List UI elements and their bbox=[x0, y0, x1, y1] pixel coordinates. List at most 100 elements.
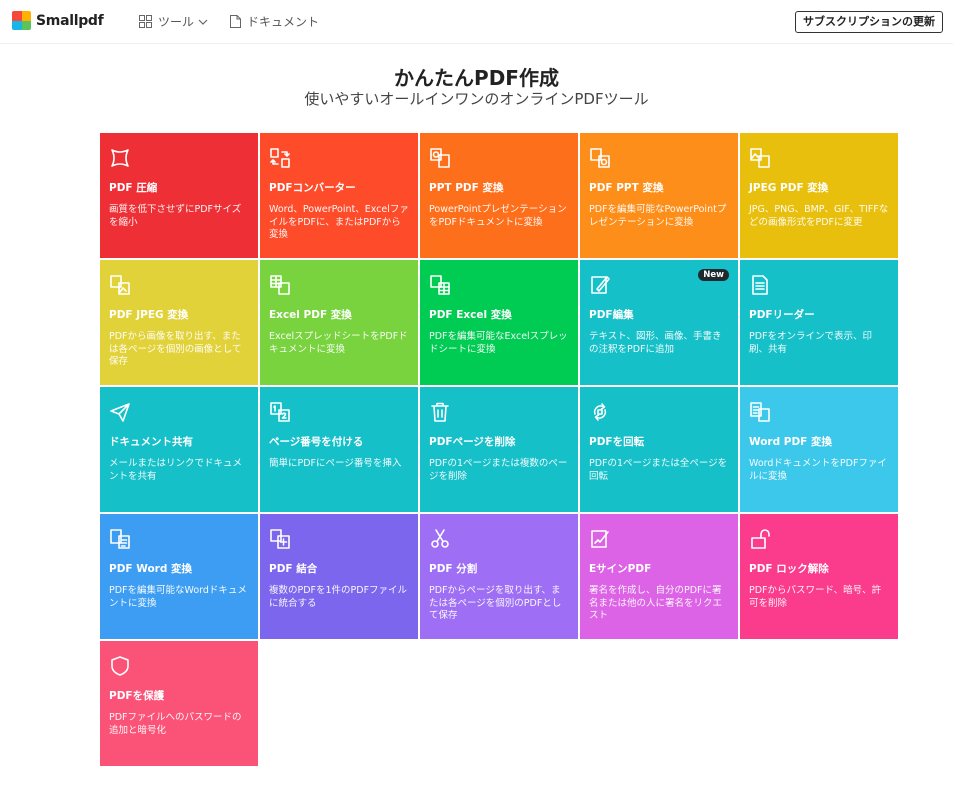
tool-tile[interactable]: PDF 分割 PDFからページを取り出す、または各ページを個別のPDFとして保存 bbox=[420, 514, 578, 639]
tool-tile[interactable]: ドキュメント共有メールまたはリンクでドキュメントを共有 bbox=[100, 387, 258, 512]
tool-tile[interactable]: Excel PDF 変換 ExcelスプレッドシートをPDFドキュメントに変換 bbox=[260, 260, 418, 385]
nav-tools-label: ツール bbox=[158, 15, 195, 29]
new-badge: New bbox=[698, 269, 729, 281]
tool-description: PowerPointプレゼンテーションをPDFドキュメントに変換 bbox=[429, 204, 567, 228]
tool-tile[interactable]: EサインPDF 署名を作成し、自分のPDFに署名または他の人に署名をリクエスト bbox=[580, 514, 738, 639]
brand-logo[interactable]: Smallpdf bbox=[12, 11, 104, 30]
document-icon bbox=[230, 15, 241, 28]
tool-title: PDF 分割 bbox=[429, 563, 478, 575]
tool-tile[interactable]: PDF 結合複数のPDFを1件のPDFファイルに統合する bbox=[260, 514, 418, 639]
scissors-icon bbox=[431, 529, 449, 548]
tool-title: ドキュメント共有 bbox=[109, 436, 193, 448]
tool-description: PDFを編集可能なPowerPointプレゼンテーションに変換 bbox=[589, 204, 727, 228]
tool-description: PDFをオンラインで表示、印刷、共有 bbox=[749, 331, 873, 355]
tool-description: PDFの1ページまたは全ページを回転 bbox=[589, 458, 728, 482]
tool-tile[interactable]: JPEG PDF 変換 JPG、PNG、BMP、GIF、TIFFなどの画像形式をP… bbox=[740, 133, 898, 258]
chevron-down-icon bbox=[198, 19, 208, 25]
tool-description: PDFを編集可能なExcelスプレッドシートに変換 bbox=[429, 331, 568, 355]
jpg-to-pdf-icon bbox=[750, 148, 770, 168]
pdf-to-jpg-icon bbox=[110, 275, 130, 295]
tool-description: メールまたはリンクでドキュメントを共有 bbox=[109, 458, 243, 482]
tool-description: PDFファイルへのパスワードの追加と暗号化 bbox=[109, 712, 242, 736]
tool-title: PDFページを削除 bbox=[429, 436, 516, 448]
tool-title: ページ番号を付ける bbox=[269, 436, 364, 448]
tool-description: 簡単にPDFにページ番号を挿入 bbox=[269, 458, 402, 469]
tool-description: JPG、PNG、BMP、GIF、TIFFなどの画像形式をPDFに変更 bbox=[749, 204, 889, 228]
ppt-to-pdf-icon bbox=[430, 148, 450, 168]
tool-tile[interactable]: PDFページを削除 PDFの1ページまたは複数のページを削除 bbox=[420, 387, 578, 512]
tool-tile[interactable]: PPT PDF 変換 PowerPointプレゼンテーションをPDFドキュメントに… bbox=[420, 133, 578, 258]
page-subtitle: 使いやすいオールインワンのオンラインPDFツール bbox=[304, 90, 649, 108]
tool-title: PDFコンバーター bbox=[269, 182, 356, 194]
tool-title: PDF Word 変換 bbox=[109, 563, 193, 575]
nav-documents[interactable]: ドキュメント bbox=[230, 13, 319, 30]
reader-icon bbox=[752, 275, 768, 295]
merge-icon bbox=[270, 529, 290, 549]
page-title: かんたんPDF作成 bbox=[394, 66, 559, 90]
renew-subscription-button[interactable]: サブスクリプションの更新 bbox=[795, 11, 943, 33]
unlock-icon bbox=[751, 529, 770, 549]
tool-description: Word、PowerPoint、ExcelファイルをPDFに、またはPDFから変… bbox=[269, 204, 409, 240]
compress-icon bbox=[111, 149, 129, 167]
logo-icon bbox=[12, 11, 31, 30]
tool-tile[interactable]: PDF Word 変換 PDFを編集可能なWordドキュメントに変換 bbox=[100, 514, 258, 639]
tool-title: PDF PPT 変換 bbox=[589, 182, 664, 194]
rotate-icon bbox=[593, 403, 607, 421]
tool-description: PDFからページを取り出す、または各ページを個別のPDFとして保存 bbox=[429, 585, 562, 621]
tool-title: EサインPDF bbox=[589, 563, 652, 575]
edit-pdf-icon bbox=[591, 276, 610, 294]
converter-icon bbox=[270, 148, 290, 168]
excel-to-pdf-icon bbox=[270, 275, 290, 295]
tool-tile[interactable]: PDF編集テキスト、図形、画像、手書きの注釈をPDFに追加 New bbox=[580, 260, 738, 385]
tool-title: PDFを保護 bbox=[109, 690, 165, 702]
word-to-pdf-icon bbox=[750, 402, 770, 422]
tool-tile[interactable]: PDF Excel 変換 PDFを編集可能なExcelスプレッドシートに変換 bbox=[420, 260, 578, 385]
tool-title: PPT PDF 変換 bbox=[429, 182, 504, 194]
tool-tile[interactable]: PDFを回転 PDFの1ページまたは全ページを回転 bbox=[580, 387, 738, 512]
pdf-to-excel-icon bbox=[430, 275, 450, 295]
tool-tile[interactable]: PDF ロック解除 PDFからパスワード、暗号、許可を削除 bbox=[740, 514, 898, 639]
pdf-to-ppt-icon bbox=[590, 148, 610, 168]
tool-title: PDF 結合 bbox=[269, 563, 318, 575]
trash-icon bbox=[431, 402, 449, 422]
tool-grid: PDF 圧縮画質を低下させずにPDFサイズを縮小 PDFコンバーター Word、Po… bbox=[100, 133, 898, 766]
tool-title: PDF 圧縮 bbox=[109, 182, 158, 194]
tool-title: PDFを回転 bbox=[589, 436, 645, 448]
tool-description: 複数のPDFを1件のPDFファイルに統合する bbox=[269, 585, 408, 609]
tool-title: PDF ロック解除 bbox=[749, 563, 829, 575]
tool-description: PDFを編集可能なWordドキュメントに変換 bbox=[109, 585, 247, 609]
tool-title: JPEG PDF 変換 bbox=[749, 182, 829, 194]
tool-title: Excel PDF 変換 bbox=[269, 309, 352, 321]
shield-icon bbox=[111, 656, 129, 676]
tool-description: 画質を低下させずにPDFサイズを縮小 bbox=[109, 204, 242, 228]
tool-title: PDFリーダー bbox=[749, 309, 815, 321]
tool-tile[interactable]: PDFリーダー PDFをオンラインで表示、印刷、共有 bbox=[740, 260, 898, 385]
pdf-to-word-icon bbox=[110, 529, 130, 549]
tool-title: PDF JPEG 変換 bbox=[109, 309, 189, 321]
share-icon bbox=[110, 403, 130, 422]
tool-description: WordドキュメントをPDFファイルに変換 bbox=[749, 458, 887, 482]
tool-title: Word PDF 変換 bbox=[749, 436, 833, 448]
tool-title: PDF Excel 変換 bbox=[429, 309, 512, 321]
brand-name: Smallpdf bbox=[36, 12, 104, 29]
tool-description: PDFの1ページまたは複数のページを削除 bbox=[429, 458, 568, 482]
tool-tile[interactable]: PDFコンバーター Word、PowerPoint、ExcelファイルをPDFに、… bbox=[260, 133, 418, 258]
tool-description: PDFからパスワード、暗号、許可を削除 bbox=[749, 585, 882, 609]
nav-tools-menu[interactable]: ツール bbox=[139, 13, 208, 30]
tool-tile[interactable]: PDF 圧縮画質を低下させずにPDFサイズを縮小 bbox=[100, 133, 258, 258]
esign-icon bbox=[591, 530, 609, 548]
tool-tile[interactable]: PDF PPT 変換 PDFを編集可能なPowerPointプレゼンテーションに変… bbox=[580, 133, 738, 258]
tool-description: テキスト、図形、画像、手書きの注釈をPDFに追加 bbox=[589, 331, 722, 355]
tool-tile[interactable]: ページ番号を付ける簡単にPDFにページ番号を挿入 bbox=[260, 387, 418, 512]
tool-title: PDF編集 bbox=[589, 309, 634, 321]
tool-description: PDFから画像を取り出す、または各ページを個別の画像として保存 bbox=[109, 331, 242, 367]
tool-tile[interactable]: Word PDF 変換 WordドキュメントをPDFファイルに変換 bbox=[740, 387, 898, 512]
top-bar: Smallpdf ツール ドキュメント サブスクリプションの更新 bbox=[0, 0, 953, 44]
grid-icon bbox=[139, 15, 152, 28]
tool-tile[interactable]: PDFを保護 PDFファイルへのパスワードの追加と暗号化 bbox=[100, 641, 258, 766]
page-numbers-icon bbox=[270, 402, 290, 422]
tool-description: 署名を作成し、自分のPDFに署名または他の人に署名をリクエスト bbox=[589, 585, 723, 621]
tool-description: ExcelスプレッドシートをPDFドキュメントに変換 bbox=[269, 331, 408, 355]
tool-tile[interactable]: PDF JPEG 変換 PDFから画像を取り出す、または各ページを個別の画像として… bbox=[100, 260, 258, 385]
nav-documents-label: ドキュメント bbox=[247, 15, 320, 29]
